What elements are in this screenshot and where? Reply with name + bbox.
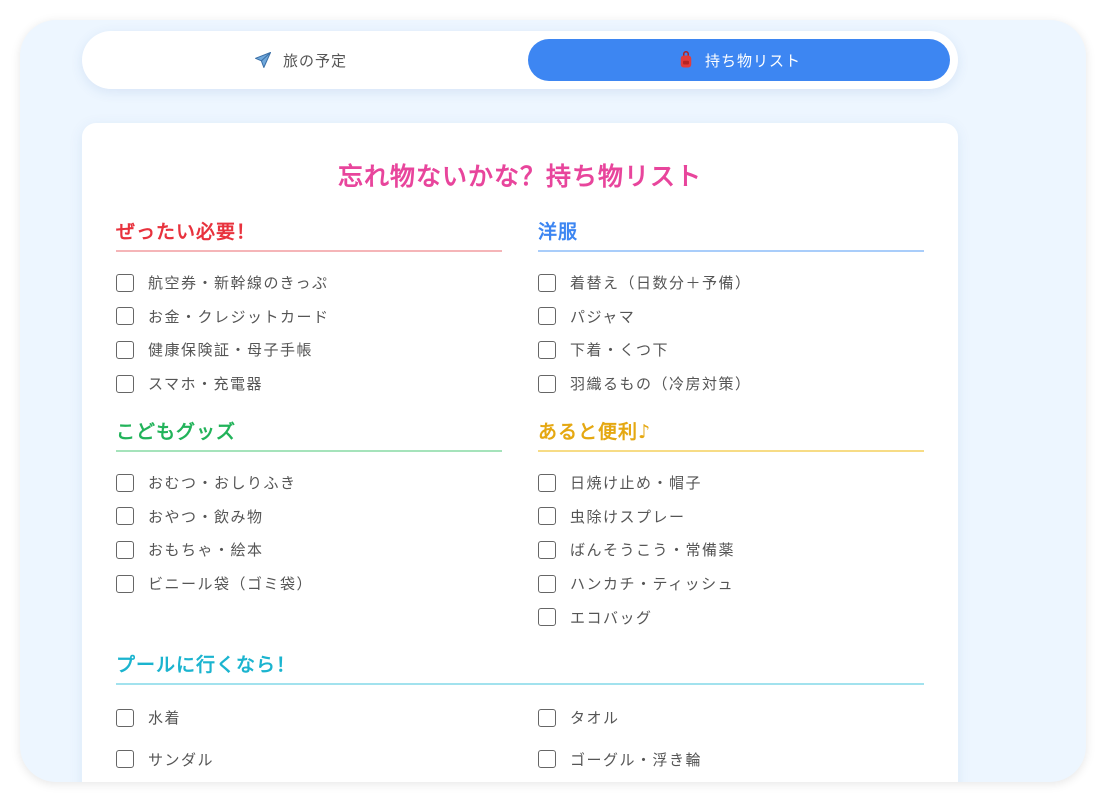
item-label: 虫除けスプレー [570,507,686,526]
checkbox[interactable] [116,374,134,393]
item-label: お金・クレジットカード [148,307,330,326]
item-label: おもちゃ・絵本 [148,541,264,560]
checklist: 航空券・新幹線のきっぷ お金・クレジットカード 健康保険証・母子手帳 スマホ・充… [116,266,502,400]
section-title: あると便利♪ [538,417,924,452]
section-title: 洋服 [538,217,924,252]
checkbox[interactable] [538,708,556,727]
section-title: プールに行くなら！ [116,650,924,685]
checkbox[interactable] [538,540,556,559]
checklist-item[interactable]: ビニール袋（ゴミ袋） [116,567,502,601]
checklist-item[interactable]: ゴーグル・浮き輪 [538,743,924,777]
checklist-item[interactable]: 水着 [116,701,538,735]
checkbox[interactable] [116,507,134,526]
item-label: サンダル [148,750,215,769]
checkbox[interactable] [116,273,134,292]
section-pool: プールに行くなら！ 水着 タオル サンダル ゴーグル・浮き輪 [116,650,924,776]
item-label: ハンカチ・ティッシュ [570,575,735,594]
checklist-item[interactable]: 健康保険証・母子手帳 [116,333,502,367]
checkbox[interactable] [538,340,556,359]
item-label: 着替え（日数分＋予備） [570,274,752,293]
checklist: 着替え（日数分＋予備） パジャマ 下着・くつ下 羽織るもの（冷房対策） [538,266,924,400]
checkbox[interactable] [538,307,556,326]
checklist-item[interactable]: 虫除けスプレー [538,500,924,534]
tab-bar: 旅の予定 持ち物リスト [82,31,958,89]
item-label: 健康保険証・母子手帳 [148,341,314,360]
tab-travel-plan-label: 旅の予定 [282,51,347,70]
checklist-item[interactable]: 羽織るもの（冷房対策） [538,367,924,401]
checklist: 水着 タオル サンダル ゴーグル・浮き輪 [116,701,924,776]
item-label: 水着 [148,709,182,728]
checklist-item[interactable]: スマホ・充電器 [116,367,502,401]
checklist-item[interactable]: ばんそうこう・常備薬 [538,533,924,567]
section-clothes: 洋服 着替え（日数分＋予備） パジャマ 下着・くつ下 羽織るもの（冷房対策） [538,217,924,400]
item-label: パジャマ [570,307,636,326]
checklist-item[interactable]: ハンカチ・ティッシュ [538,567,924,601]
section-title: こどもグッズ [116,417,502,452]
checklist-item[interactable]: サンダル [116,743,538,777]
item-label: 羽織るもの（冷房対策） [570,375,752,394]
checklist-item[interactable]: パジャマ [538,300,924,334]
section-kids: こどもグッズ おむつ・おしりふき おやつ・飲み物 おもちゃ・絵本 ビニール袋（ゴ… [116,417,502,600]
page-title: 忘れ物ないかな？持ち物リスト [337,162,702,191]
backpack-icon [677,51,695,69]
item-label: ゴーグル・浮き輪 [570,750,703,769]
checklist-item[interactable]: おやつ・飲み物 [116,500,502,534]
section-essential: ぜったい必要！ 航空券・新幹線のきっぷ お金・クレジットカード 健康保険証・母子… [116,217,502,400]
app-frame: 旅の予定 持ち物リスト 忘れ物ないかな？持ち物リスト ぜったい必要！ 航空券・新… [20,20,1086,782]
checkbox[interactable] [116,750,134,769]
checkbox[interactable] [538,750,556,769]
checklist-item[interactable]: 下着・くつ下 [538,333,924,367]
checkbox[interactable] [116,473,134,492]
item-label: 下着・くつ下 [570,341,670,360]
item-label: スマホ・充電器 [148,375,264,394]
checkbox[interactable] [538,473,556,492]
section-handy: あると便利♪ 日焼け止め・帽子 虫除けスプレー ばんそうこう・常備薬 ハンカチ・… [538,417,924,634]
checklist-item[interactable]: タオル [538,701,924,735]
airplane-icon [253,50,273,70]
item-label: おむつ・おしりふき [148,474,297,493]
checklist-item[interactable]: おもちゃ・絵本 [116,533,502,567]
item-label: エコバッグ [570,608,653,627]
checkbox[interactable] [116,540,134,559]
item-label: ビニール袋（ゴミ袋） [148,575,314,594]
item-label: ばんそうこう・常備薬 [570,541,736,560]
checkbox[interactable] [538,574,556,593]
checkbox[interactable] [538,374,556,393]
checklist-item[interactable]: 航空券・新幹線のきっぷ [116,266,502,300]
section-title: ぜったい必要！ [116,217,502,252]
checklist: おむつ・おしりふき おやつ・飲み物 おもちゃ・絵本 ビニール袋（ゴミ袋） [116,466,502,600]
checkbox[interactable] [116,307,134,326]
item-label: おやつ・飲み物 [148,507,264,526]
checklist: 日焼け止め・帽子 虫除けスプレー ばんそうこう・常備薬 ハンカチ・ティッシュ エ… [538,466,924,634]
checkbox[interactable] [116,340,134,359]
checklist-item[interactable]: 着替え（日数分＋予備） [538,266,924,300]
checklist-item[interactable]: エコバッグ [538,600,924,634]
checklist-item[interactable]: おむつ・おしりふき [116,466,502,500]
item-label: 日焼け止め・帽子 [570,474,703,493]
tab-packing-list[interactable]: 持ち物リスト [528,39,950,81]
tab-travel-plan[interactable]: 旅の予定 [90,39,510,81]
checklist-item[interactable]: 日焼け止め・帽子 [538,466,924,500]
checkbox[interactable] [116,708,134,727]
checkbox[interactable] [538,507,556,526]
checklist-item[interactable]: お金・クレジットカード [116,300,502,334]
item-label: 航空券・新幹線のきっぷ [148,274,329,293]
checkbox[interactable] [116,574,134,593]
checkbox[interactable] [538,273,556,292]
checkbox[interactable] [538,608,556,627]
packing-list-card: 忘れ物ないかな？持ち物リスト ぜったい必要！ 航空券・新幹線のきっぷ お金・クレ… [82,123,958,782]
item-label: タオル [570,709,620,728]
tab-packing-list-label: 持ち物リスト [704,51,801,70]
